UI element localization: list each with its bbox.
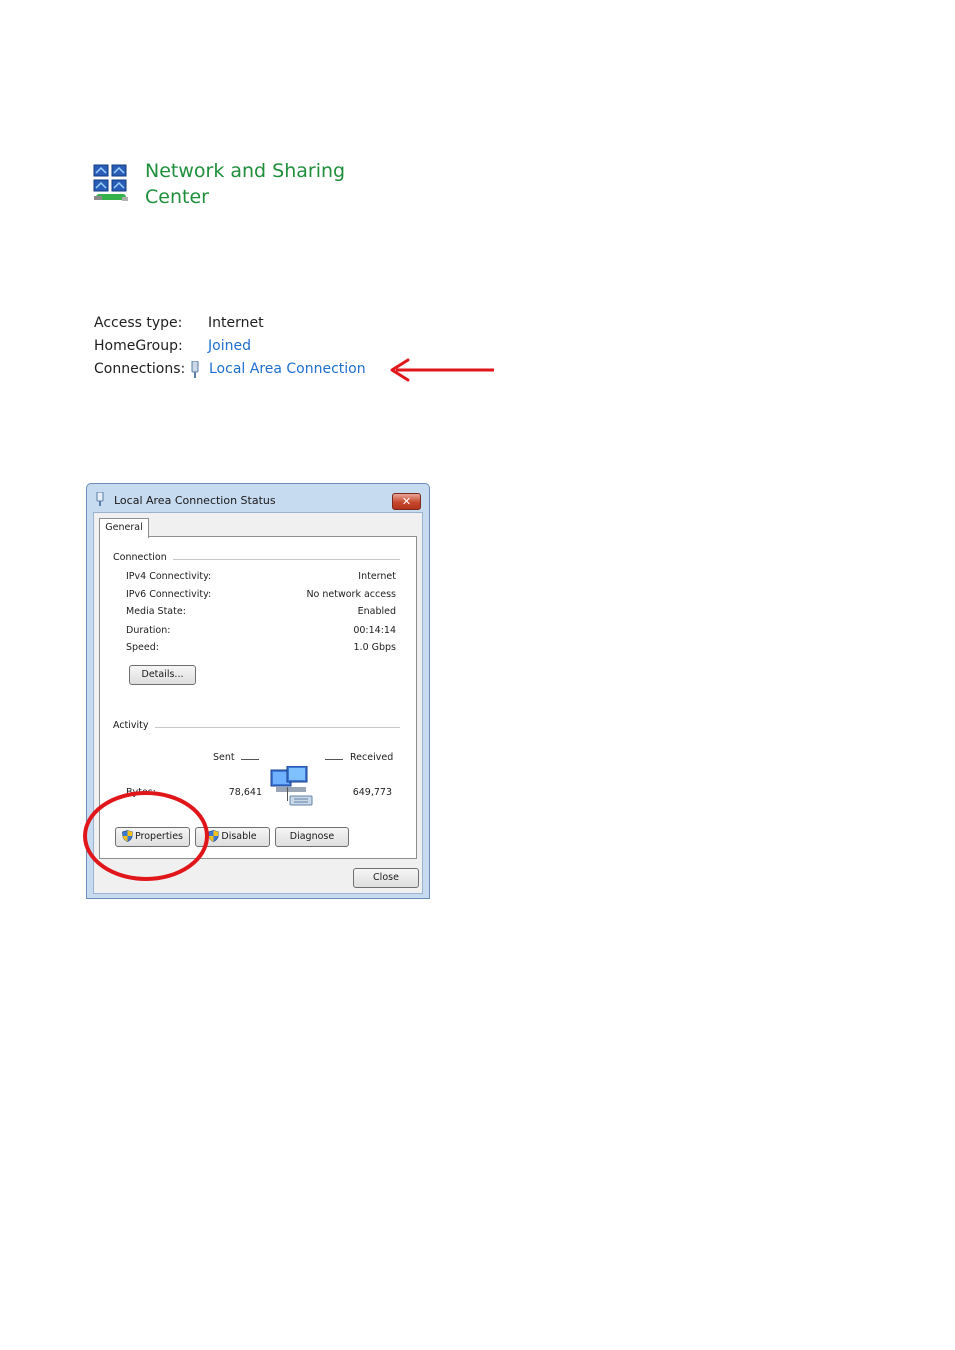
properties-button[interactable]: Properties: [115, 827, 190, 847]
disable-button[interactable]: Disable: [195, 827, 270, 847]
sent-dash: [241, 759, 259, 760]
network-computers-icon: [270, 766, 313, 806]
speed-row: Speed: 1.0 Gbps: [126, 641, 396, 655]
connections-label: Connections:: [94, 361, 186, 377]
dialog-title: Local Area Connection Status: [114, 494, 276, 507]
prop-label: Speed:: [126, 642, 159, 653]
prop-value: Internet: [358, 571, 396, 582]
close-window-button[interactable]: ✕: [392, 493, 421, 510]
properties-button-label: Properties: [134, 831, 183, 842]
ipv4-row: IPv4 Connectivity: Internet: [126, 570, 396, 584]
tab-general[interactable]: General: [99, 518, 149, 538]
activity-group-heading: Activity: [113, 720, 155, 731]
diagnose-button[interactable]: Diagnose: [275, 827, 349, 847]
bytes-received-value: 649,773: [352, 787, 392, 798]
prop-value: No network access: [306, 589, 396, 600]
connection-group-heading: Connection: [113, 552, 173, 563]
uac-shield-icon: [208, 829, 220, 842]
media-state-row: Media State: Enabled: [126, 605, 396, 619]
homegroup-link[interactable]: Joined: [208, 336, 251, 356]
bytes-sent-value: 78,641: [228, 787, 262, 798]
duration-row: Duration: 00:14:14: [126, 624, 396, 638]
received-label: Received: [350, 752, 394, 763]
general-tab-panel: Connection IPv4 Connectivity: Internet I…: [99, 536, 417, 859]
network-sharing-center-title[interactable]: Network and Sharing Center: [145, 158, 365, 210]
details-button[interactable]: Details...: [129, 665, 196, 685]
local-area-connection-link[interactable]: Local Area Connection: [209, 359, 366, 379]
disable-button-label: Disable: [221, 831, 257, 842]
prop-label: IPv4 Connectivity:: [126, 571, 212, 582]
access-type-label: Access type:: [94, 315, 183, 331]
prop-label: Media State:: [126, 606, 186, 617]
sent-label: Sent: [213, 752, 235, 763]
bytes-label: Bytes:: [126, 787, 156, 798]
access-type-value: Internet: [208, 315, 264, 331]
homegroup-label: HomeGroup:: [94, 338, 183, 354]
close-button[interactable]: Close: [353, 868, 419, 888]
uac-shield-icon: [122, 829, 133, 842]
prop-value: 00:14:14: [353, 625, 396, 636]
network-plug-icon: [191, 361, 199, 378]
received-dash: [325, 759, 343, 760]
ipv6-row: IPv6 Connectivity: No network access: [126, 588, 396, 602]
dialog-client-area: General Connection IPv4 Connectivity: In…: [93, 512, 423, 894]
prop-value: Enabled: [357, 606, 396, 617]
prop-value: 1.0 Gbps: [353, 642, 397, 653]
red-arrow-annotation: [390, 358, 494, 382]
bytes-separator: [287, 787, 288, 801]
activity-group-divider: [152, 727, 400, 728]
prop-label: IPv6 Connectivity:: [126, 589, 212, 600]
network-plug-icon: [96, 492, 104, 506]
local-area-connection-status-dialog: Local Area Connection Status ✕ General C…: [86, 483, 430, 899]
connection-group-divider: [170, 559, 400, 560]
prop-label: Duration:: [126, 625, 171, 636]
dialog-title-bar[interactable]: Local Area Connection Status ✕: [87, 484, 429, 512]
network-computers-icon: [93, 164, 128, 201]
